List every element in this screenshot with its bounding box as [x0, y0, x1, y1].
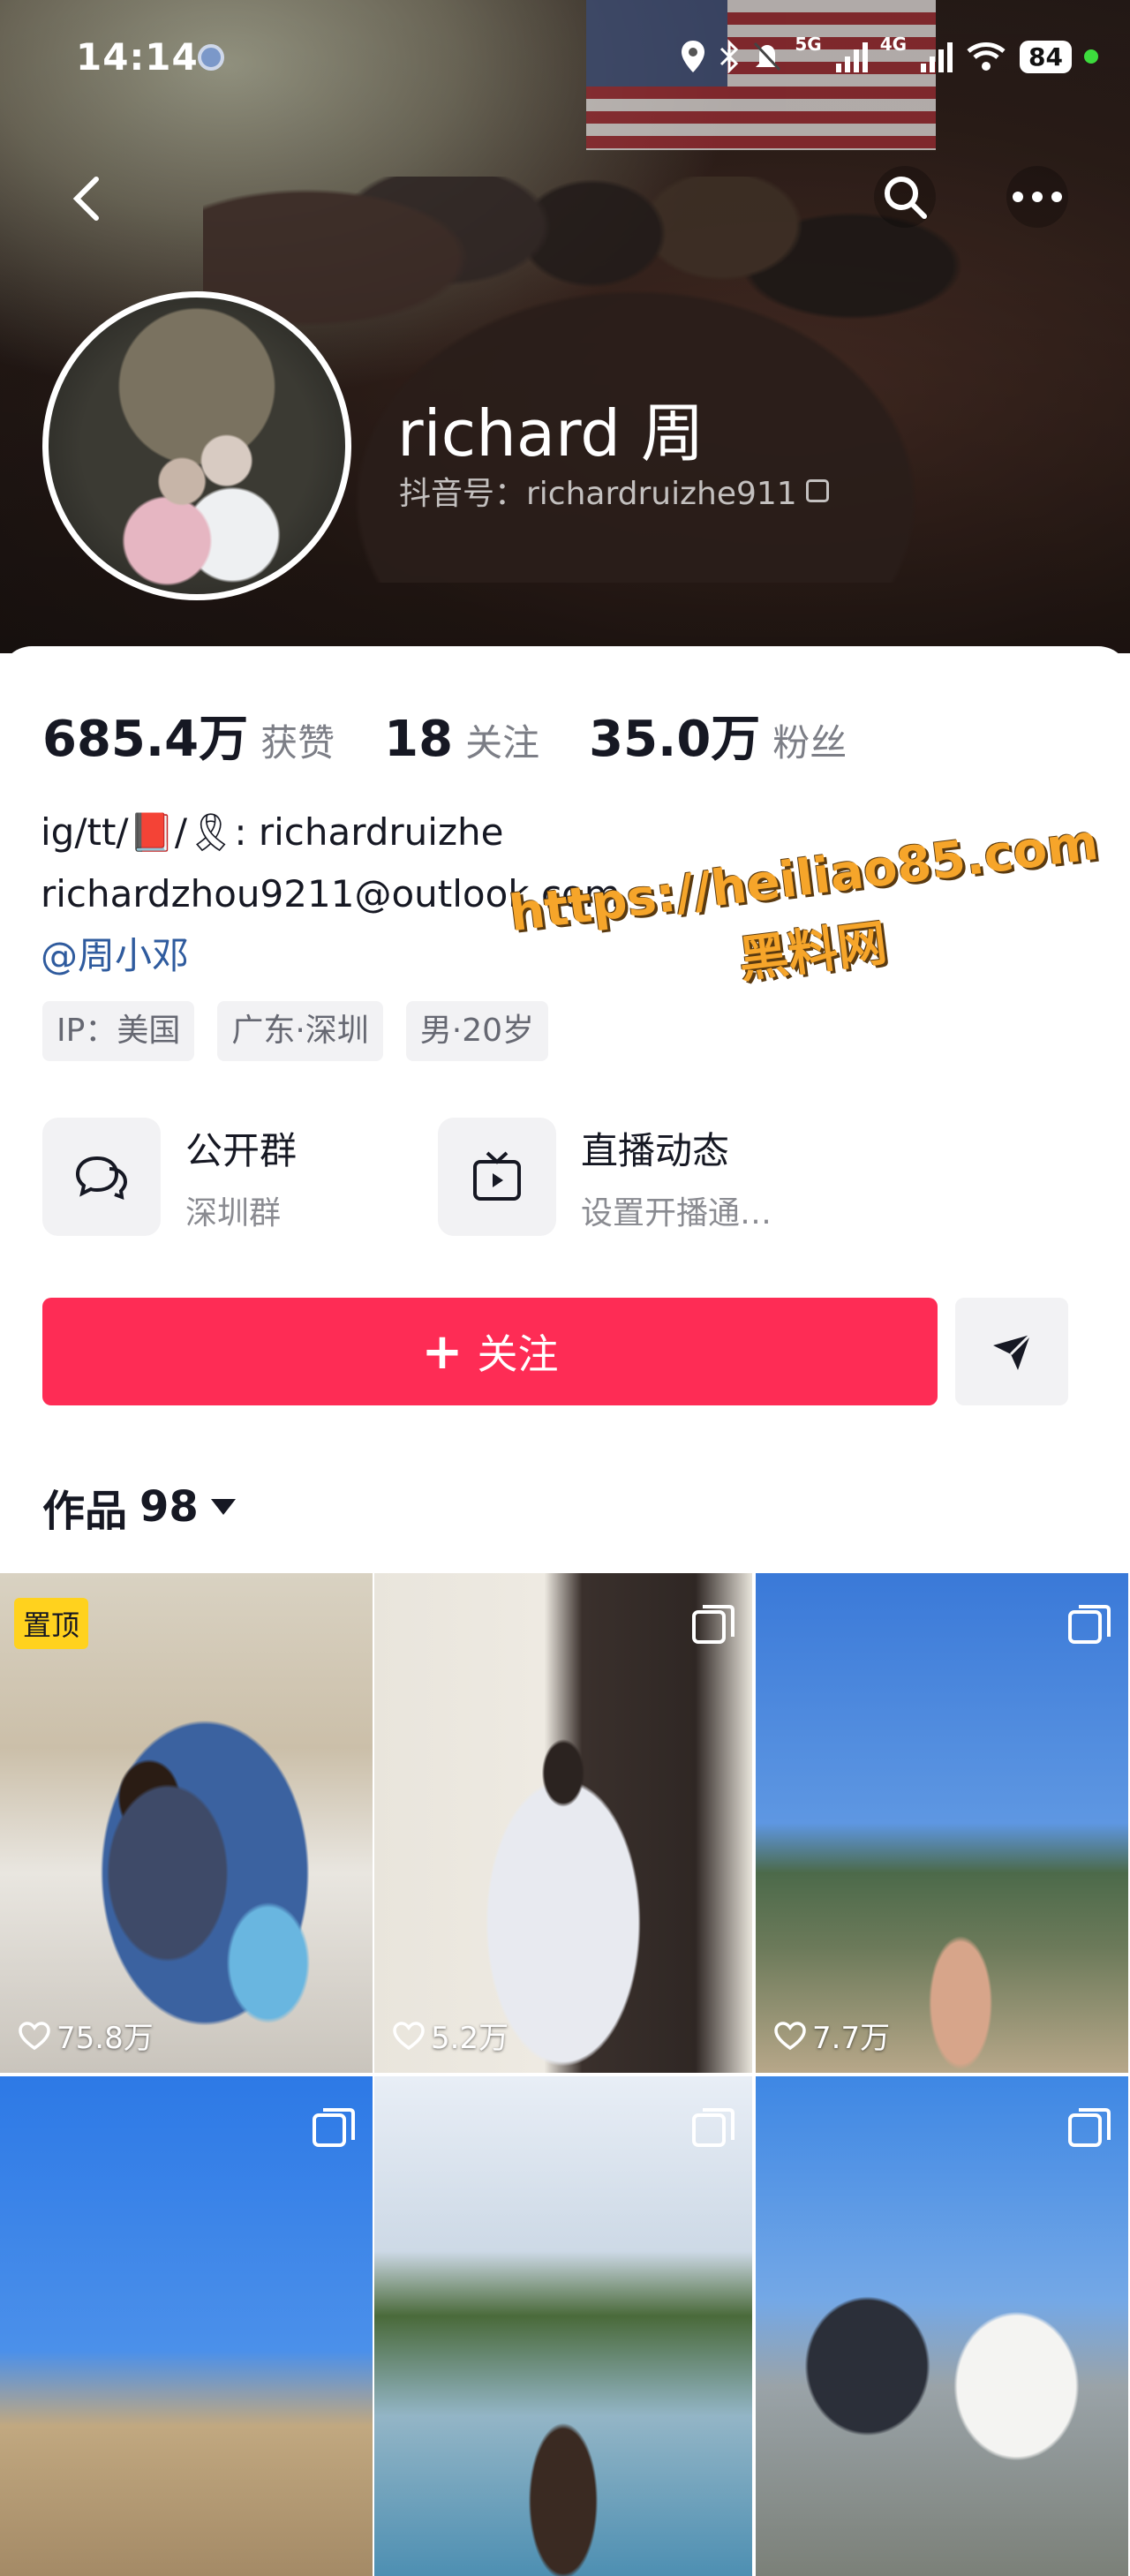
bio-line-socials: ig/tt/📕/🎗: richardruizhe: [41, 810, 504, 854]
like-count-text: 75.8万: [56, 2021, 154, 2056]
multi-image-icon: [692, 2108, 734, 2147]
followers-count[interactable]: 35.0万: [589, 699, 760, 771]
likes-count[interactable]: 685.4万: [42, 699, 248, 771]
douyin-id[interactable]: 抖音号：richardruizhe911: [399, 468, 829, 514]
avatar[interactable]: [42, 291, 351, 600]
copy-icon[interactable]: [805, 479, 829, 502]
video-grid: 置顶 75.8万 5.2万 7.7万: [0, 1573, 1130, 2576]
signal-strength-1-icon: [835, 41, 868, 72]
heart-icon: [774, 2021, 806, 2050]
mute-icon: [754, 41, 781, 72]
like-count-text: 7.7万: [812, 2021, 891, 2056]
multi-image-icon: [1068, 1605, 1111, 1644]
following-label: 关注: [465, 721, 540, 765]
live-updates-subtitle: 设置开播通…: [581, 1194, 772, 1232]
heart-icon: [393, 2021, 425, 2050]
notification-dot-icon: [198, 44, 224, 71]
status-bar: 14:14 5G 4G 84: [0, 0, 1130, 115]
multi-image-icon: [692, 1605, 734, 1644]
chat-group-icon: [42, 1118, 161, 1236]
plus-icon: +: [421, 1322, 463, 1381]
multi-image-icon: [1068, 2108, 1111, 2147]
signal-strength-2-icon: [921, 41, 953, 72]
public-group-entry[interactable]: 公开群 深圳群: [42, 1118, 396, 1236]
status-time: 14:14: [76, 35, 199, 79]
public-group-title: 公开群: [185, 1128, 298, 1172]
live-updates-title: 直播动态: [581, 1128, 730, 1172]
send-icon: [993, 1333, 1032, 1370]
video-tile[interactable]: 置顶 75.8万: [0, 1573, 373, 2073]
follow-label: 关注: [477, 1330, 559, 1378]
video-tile[interactable]: 5.2万: [374, 1573, 752, 2073]
works-count: 98: [139, 1482, 199, 1532]
feature-entries: 公开群 深圳群 直播动态 设置开播通…: [42, 1118, 791, 1236]
video-tile[interactable]: [756, 2076, 1128, 2576]
ip-location-tag: IP：美国: [42, 1001, 195, 1061]
location-icon: [682, 41, 705, 72]
live-tv-icon: [438, 1118, 556, 1236]
douyin-id-text: 抖音号：richardruizhe911: [399, 476, 797, 512]
works-tab[interactable]: 作品 98: [42, 1476, 236, 1538]
dropdown-triangle-icon: [210, 1499, 236, 1515]
chevron-left-icon: [72, 177, 99, 221]
live-updates-entry[interactable]: 直播动态 设置开播通…: [438, 1118, 791, 1236]
multi-image-icon: [313, 2108, 355, 2147]
privacy-indicator-icon: [1084, 49, 1098, 64]
battery-level: 84: [1020, 40, 1072, 73]
bluetooth-icon: [720, 39, 739, 74]
like-count: 7.7万: [773, 2014, 890, 2057]
heart-icon: [19, 2021, 50, 2050]
more-options-button[interactable]: [1006, 166, 1068, 228]
video-tile[interactable]: [374, 2076, 752, 2576]
back-button[interactable]: [56, 168, 118, 230]
search-icon: [885, 177, 927, 219]
profile-name: richard 周: [397, 396, 704, 471]
like-count: 75.8万: [18, 2014, 154, 2057]
more-horizontal-icon: [1013, 192, 1062, 202]
follow-button[interactable]: + 关注: [42, 1298, 938, 1405]
signal-2-label: 4G: [879, 34, 908, 55]
video-tile[interactable]: [0, 2076, 373, 2576]
region-tag: 广东·深圳: [217, 1001, 383, 1061]
send-message-button[interactable]: [955, 1298, 1068, 1405]
pinned-badge: 置顶: [14, 1598, 89, 1649]
status-icons: 5G 4G 84: [680, 34, 1098, 79]
works-tab-label: 作品: [42, 1487, 128, 1536]
signal-1-label: 5G: [795, 34, 822, 55]
stats-row: 685.4万 获赞 18 关注 35.0万 粉丝: [42, 699, 896, 771]
video-tile[interactable]: 7.7万: [756, 1573, 1128, 2073]
following-count[interactable]: 18: [384, 711, 453, 768]
likes-label: 获赞: [260, 721, 335, 765]
followers-label: 粉丝: [772, 721, 848, 765]
profile-info-panel: 685.4万 获赞 18 关注 35.0万 粉丝 ig/tt/📕/🎗: rich…: [0, 646, 1130, 1573]
like-count: 5.2万: [392, 2014, 508, 2057]
public-group-subtitle: 深圳群: [185, 1194, 282, 1232]
search-button[interactable]: [874, 166, 936, 228]
profile-tags: IP：美国 广东·深圳 男·20岁: [42, 1001, 549, 1061]
like-count-text: 5.2万: [431, 2021, 509, 2056]
wifi-icon: [967, 42, 1006, 71]
